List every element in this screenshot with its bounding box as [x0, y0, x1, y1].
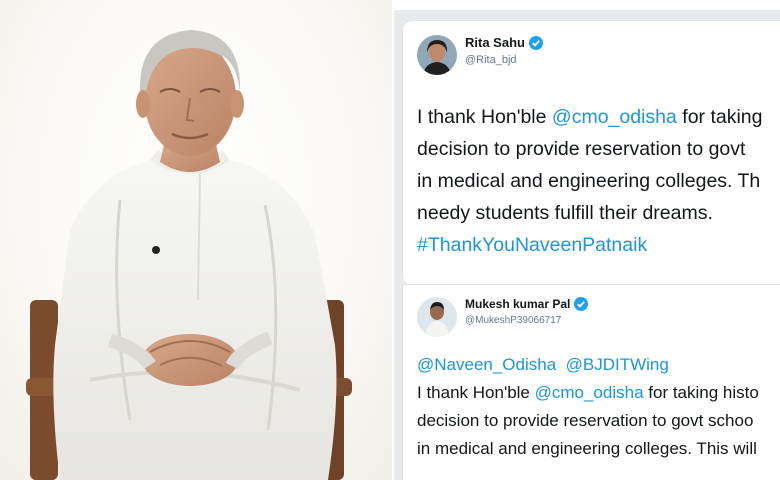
avatar[interactable]: [417, 35, 457, 75]
verified-badge-icon: [528, 35, 543, 50]
tweet-card-2[interactable]: Mukesh kumar Pal @MukeshP39066717 @Navee…: [402, 284, 780, 480]
verified-badge-icon: [574, 297, 589, 311]
mention-link[interactable]: @BJDITWing: [566, 355, 669, 374]
user-handle[interactable]: @MukeshP39066717: [465, 315, 588, 326]
text-segment: for taking histo: [643, 383, 759, 402]
display-name[interactable]: Mukesh kumar Pal: [465, 297, 589, 311]
portrait-illustration: [26, 30, 352, 480]
display-name[interactable]: Rita Sahu: [465, 35, 543, 50]
mention-link[interactable]: @Naveen_Odisha: [417, 355, 556, 374]
tweet-header: Rita Sahu @Rita_bjd: [417, 35, 543, 75]
text-line: decision to provide reservation to govt: [417, 138, 746, 160]
text-segment: I thank Hon'ble: [417, 106, 552, 128]
avatar[interactable]: [417, 297, 457, 337]
tweet-screenshots: Rita Sahu @Rita_bjd I thank Hon'ble @cmo…: [394, 10, 780, 480]
hashtag-link[interactable]: #ThankYouNaveenPatnaik: [417, 229, 763, 261]
mention-link[interactable]: @cmo_odisha: [552, 106, 677, 128]
tweet-text: @Naveen_Odisha @BJDITWing I thank Hon'bl…: [417, 351, 759, 463]
text-line: needy students fulfill their dreams.: [417, 202, 713, 224]
portrait-photo: [0, 0, 392, 480]
tweet-card-1[interactable]: Rita Sahu @Rita_bjd I thank Hon'ble @cmo…: [402, 20, 780, 286]
tweet-header: Mukesh kumar Pal @MukeshP39066717: [417, 297, 589, 337]
mention-link[interactable]: @cmo_odisha: [535, 383, 644, 402]
text-segment: for taking: [676, 106, 763, 128]
text-segment: I thank Hon'ble: [417, 383, 535, 402]
text-line: in medical and engineering colleges. Thi…: [417, 439, 757, 458]
text-line: decision to provide reservation to govt …: [417, 411, 754, 430]
user-handle[interactable]: @Rita_bjd: [465, 54, 543, 66]
tweet-text: I thank Hon'ble @cmo_odisha for taking d…: [417, 101, 763, 261]
text-line: in medical and engineering colleges. Th: [417, 170, 761, 192]
